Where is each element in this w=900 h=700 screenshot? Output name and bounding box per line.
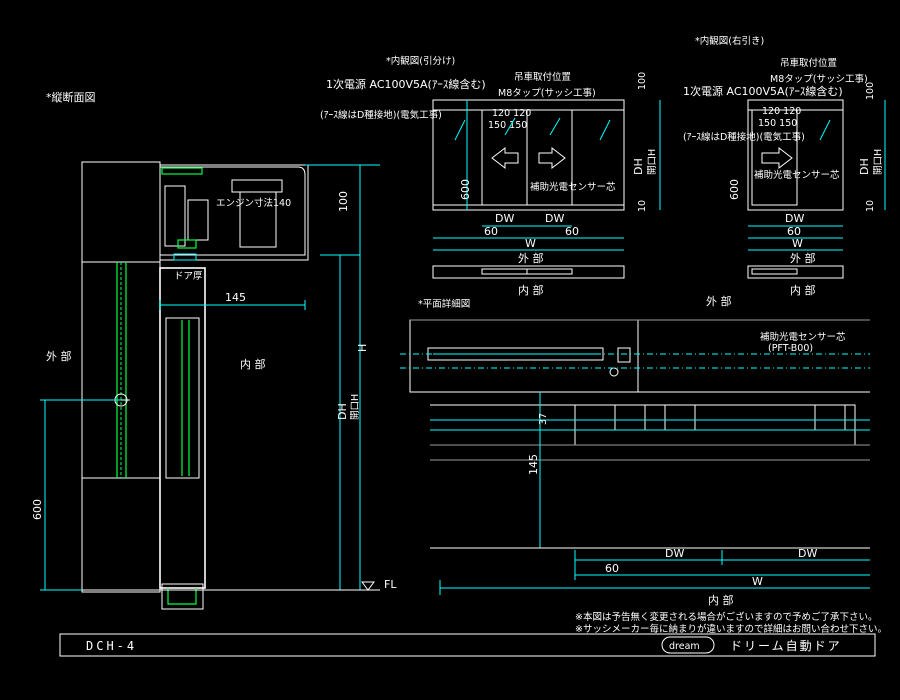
elev-right-earth: (ｱｰｽ線はD種接地)(電気工事) [683,131,805,143]
product-name: ドリーム自動ドア [730,639,842,653]
note-line-1: ※本図は予告無く変更される場合がございますので予めご了承下さい。 [575,611,877,623]
open-left-arrow [491,146,519,170]
elev-left-100: 100 [637,72,648,90]
elev-right-sensor: 補助光電センサー芯 [754,169,840,181]
logo-text: dream [669,641,700,652]
elev-right-dims-top: 120 120 [762,106,801,117]
plan-145: 145 [527,454,540,475]
dim-100: 100 [337,191,350,212]
elev-left-10: 10 [637,200,648,212]
fl-label: FL [384,578,397,591]
elev-left-w: W [525,237,536,250]
elev-left-dw2: DW [545,212,564,225]
cad-drawing: *縦断面図 エンジン寸法140 ドア厚 外 部 内 部 145 100 H DH… [31,35,887,657]
elev-right-dh: DH [858,158,871,175]
elev-right-plan-strip [747,265,844,279]
elev-right-tap: M8タップ(サッシ工事) [770,73,868,85]
elev-right-dw: DW [785,212,804,225]
plan-w: W [752,575,763,588]
elev-left-tap: M8タップ(サッシ工事) [498,87,596,99]
plan-dw1: DW [665,547,684,560]
elev-right-100: 100 [865,82,876,100]
plan-60: 60 [605,562,619,575]
plan-door-panels [574,404,856,446]
inside-label: 内 部 [240,357,266,371]
elev-right-dims-top2: 150 150 [758,118,797,129]
open-right-arrow [538,146,566,170]
plan-outside: 外 部 [706,294,732,308]
elev-right-w: W [792,237,803,250]
dim-145: 145 [225,291,246,304]
dim-DH2: 開口H [350,394,361,420]
elev-left-inside: 内 部 [518,283,544,297]
section-title: *縦断面図 [46,90,96,104]
plan-sensor: 補助光電センサー芯 [760,331,846,343]
elev-left-600: 600 [459,179,472,200]
dim-H: H [356,344,369,352]
elev-left-dh: DH [632,158,645,175]
elev-left-outside: 外 部 [518,251,544,265]
plan-detail: *平面詳細図 外 部 補助光電センサー芯 (PFT-B00) 145 37 DW… [400,294,870,607]
elev-right-inside: 内 部 [790,283,816,297]
vertical-section: *縦断面図 エンジン寸法140 ドア厚 外 部 内 部 145 100 H DH… [31,90,397,610]
elev-right-outside: 外 部 [790,251,816,265]
plan-37: 37 [538,413,549,425]
title-block: DCH-4 dream ドリーム自動ドア [59,633,876,657]
plan-inside: 内 部 [708,593,734,607]
door-thickness-label: ドア厚 [174,271,203,282]
elev-right-title: *内観図(右引き) [695,35,764,47]
plan-dw2: DW [798,547,817,560]
open-arrow [761,146,793,170]
elev-right-hanger: 吊車取付位置 [780,57,837,69]
elevation-biparting: *内観図(引分け) 1次電源 AC100V5A(ｱｰｽ線含む) (ｱｰｽ線はD種… [320,55,661,297]
elev-right-600: 600 [728,179,741,200]
plan-title: *平面詳細図 [418,298,470,310]
elev-left-d60a: 60 [484,225,498,238]
elev-left-power: 1次電源 AC100V5A(ｱｰｽ線含む) [326,77,486,91]
dim-600: 600 [31,499,44,520]
notes: ※本図は予告無く変更される場合がございますので予めご了承下さい。 ※サッシメーカ… [575,611,887,635]
elev-right-power: 1次電源 AC100V5A(ｱｰｽ線含む) [683,84,843,98]
elev-left-dims-top2: 150 150 [488,120,527,131]
elev-right-dh2: 開口H [873,149,884,175]
elev-left-earth: (ｱｰｽ線はD種接地)(電気工事) [320,109,442,121]
elevation-right-sliding: *内観図(右引き) 吊車取付位置 M8タップ(サッシ工事) 1次電源 AC100… [683,35,886,297]
engine-dim-label: エンジン寸法140 [216,197,291,209]
plan-sensor-code: (PFT-B00) [768,343,813,354]
outside-label: 外 部 [46,349,72,363]
elev-left-d60b: 60 [565,225,579,238]
note-line-2: ※サッシメーカー毎に納まりが違いますので詳細はお問い合わせ下さい。 [575,623,887,635]
elev-right-10: 10 [865,200,876,212]
elev-left-dw1: DW [495,212,514,225]
dim-DH: DH [336,403,349,420]
elev-left-plan-strip [432,265,625,279]
elev-left-hanger: 吊車取付位置 [514,71,571,83]
drawing-code: DCH-4 [86,639,137,653]
elev-left-dh2: 開口H [647,149,658,175]
elev-left-sensor: 補助光電センサー芯 [530,181,616,193]
elev-left-title: *内観図(引分け) [386,55,455,67]
plan-header [409,319,639,393]
